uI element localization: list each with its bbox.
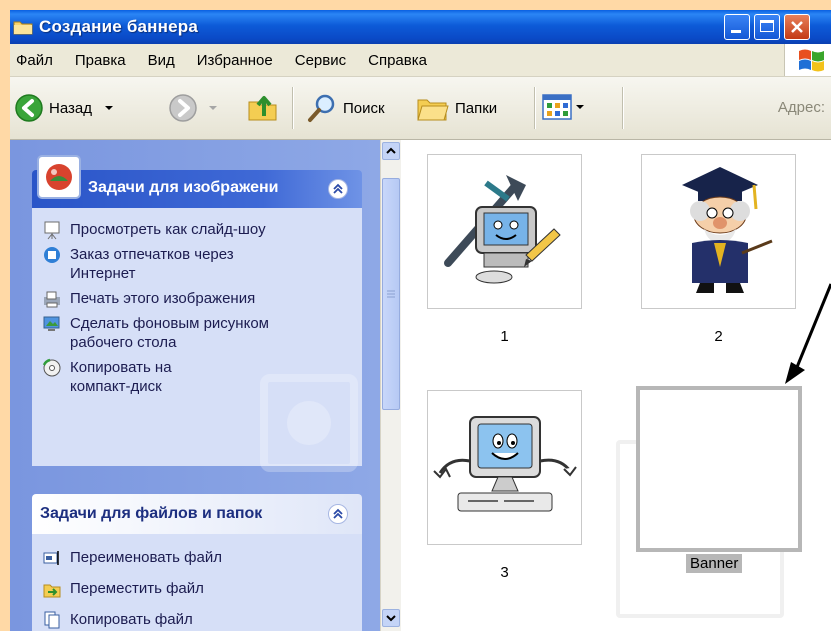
task-slideshow[interactable]: Просмотреть как слайд-шоу bbox=[42, 220, 266, 240]
dropdown-arrow-icon[interactable] bbox=[574, 101, 586, 113]
image-tasks-panel: Задачи для изображени Просмотреть как сл… bbox=[32, 154, 362, 472]
close-button[interactable] bbox=[784, 14, 810, 40]
rename-icon bbox=[43, 551, 59, 565]
search-button[interactable]: Поиск bbox=[306, 92, 385, 124]
address-label: Адрес: bbox=[777, 99, 825, 116]
toolbar-separator bbox=[622, 87, 624, 129]
pictures-folder-icon bbox=[37, 155, 81, 199]
task-label: Копировать файл bbox=[70, 611, 193, 628]
task-pane-scrollbar[interactable] bbox=[380, 140, 401, 631]
scroll-up-button[interactable] bbox=[382, 142, 400, 160]
menu-edit[interactable]: Правка bbox=[64, 52, 137, 69]
title-bar[interactable]: Создание баннера bbox=[10, 10, 831, 44]
maximize-button[interactable] bbox=[754, 14, 780, 40]
task-move-file[interactable]: Переместить файл bbox=[42, 579, 204, 599]
task-set-wallpaper[interactable]: Сделать фоновым рисунком рабочего стола bbox=[42, 314, 269, 352]
menu-bar: Файл Правка Вид Избранное Сервис Справка bbox=[10, 44, 831, 77]
file-thumbnail-1[interactable] bbox=[427, 154, 582, 309]
toolbar: Назад Поиск Папки Адрес: bbox=[10, 77, 831, 140]
menu-file[interactable]: Файл bbox=[10, 52, 64, 69]
search-label: Поиск bbox=[343, 99, 385, 117]
slideshow-icon bbox=[44, 221, 60, 240]
close-icon bbox=[791, 21, 803, 33]
toolbar-separator bbox=[292, 87, 294, 129]
back-button[interactable]: Назад bbox=[14, 93, 116, 123]
menu-help[interactable]: Справка bbox=[357, 52, 438, 69]
task-label: Переименовать файл bbox=[70, 549, 222, 566]
smiling-computer-picture bbox=[433, 416, 577, 512]
folders-button[interactable]: Папки bbox=[416, 92, 497, 124]
windows-flag-icon bbox=[799, 49, 824, 72]
file-view: 1 2 3 Banner bbox=[401, 140, 831, 631]
cd-icon bbox=[42, 358, 61, 377]
back-label: Назад bbox=[49, 99, 92, 117]
task-label: Печать этого изображения bbox=[70, 290, 256, 307]
scroll-thumb[interactable] bbox=[382, 178, 400, 410]
order-prints-icon bbox=[44, 247, 60, 263]
task-label: Сделать фоновым рисунком рабочего стола bbox=[70, 315, 269, 351]
views-grid-icon bbox=[542, 94, 572, 120]
forward-arrow-icon bbox=[169, 94, 197, 122]
file-thumbnail-banner[interactable] bbox=[636, 386, 802, 552]
folders-icon bbox=[417, 99, 449, 121]
file-tasks-header[interactable]: Задачи для файлов и папок bbox=[32, 494, 362, 534]
file-thumbnail-3[interactable] bbox=[427, 390, 582, 545]
task-pane: Задачи для изображени Просмотреть как сл… bbox=[10, 140, 380, 631]
minimize-button[interactable] bbox=[724, 14, 750, 40]
file-tasks-panel: Задачи для файлов и папок Переименовать … bbox=[32, 494, 362, 631]
print-icon bbox=[44, 291, 60, 308]
move-icon bbox=[43, 584, 61, 598]
task-copy-file[interactable]: Копировать файл bbox=[42, 610, 193, 630]
file-name-2: 2 bbox=[714, 328, 723, 345]
back-arrow-icon bbox=[15, 94, 43, 122]
file-name-1: 1 bbox=[500, 328, 509, 345]
collapse-chevron-icon[interactable] bbox=[328, 179, 348, 199]
annotation-arrow-icon bbox=[785, 283, 831, 384]
up-folder-button[interactable] bbox=[246, 90, 280, 124]
dropdown-arrow-icon[interactable] bbox=[102, 101, 116, 115]
image-tasks-body: Просмотреть как слайд-шоу Заказ отпечатк… bbox=[32, 208, 362, 472]
minimize-icon bbox=[731, 30, 741, 33]
task-order-prints[interactable]: Заказ отпечатков через Интернет bbox=[42, 245, 234, 283]
window-title: Создание баннера bbox=[39, 17, 199, 36]
file-tasks-body: Переименовать файл Переместить файл Копи… bbox=[32, 534, 362, 631]
search-icon bbox=[308, 94, 335, 122]
windows-logo bbox=[784, 44, 831, 76]
scroll-down-button[interactable] bbox=[382, 609, 400, 627]
copy-icon bbox=[44, 611, 60, 629]
image-tasks-title: Задачи для изображени bbox=[88, 179, 279, 196]
explorer-window: Создание баннера Файл Правка Вид Избранн… bbox=[10, 10, 831, 631]
task-label: Переместить файл bbox=[70, 580, 204, 597]
task-print[interactable]: Печать этого изображения bbox=[42, 289, 255, 309]
forward-button[interactable] bbox=[168, 93, 220, 123]
chevron-up-icon bbox=[386, 147, 396, 154]
collapse-chevron-icon[interactable] bbox=[328, 504, 348, 524]
maximize-icon bbox=[760, 20, 774, 32]
file-name-3: 3 bbox=[500, 564, 509, 581]
menu-tools[interactable]: Сервис bbox=[284, 52, 357, 69]
file-thumbnail-2[interactable] bbox=[641, 154, 796, 309]
menu-view[interactable]: Вид bbox=[137, 52, 186, 69]
task-rename-file[interactable]: Переименовать файл bbox=[42, 548, 222, 568]
file-tasks-title: Задачи для файлов и папок bbox=[40, 505, 263, 522]
dropdown-arrow-icon[interactable] bbox=[206, 101, 220, 115]
task-label: Просмотреть как слайд-шоу bbox=[70, 221, 266, 238]
menu-favorites[interactable]: Избранное bbox=[186, 52, 284, 69]
task-label: Копировать на компакт-диск bbox=[70, 359, 172, 395]
wallpaper-icon bbox=[43, 316, 60, 331]
camera-watermark-icon bbox=[260, 374, 358, 472]
computer-with-tools-picture bbox=[444, 175, 561, 284]
grip-icon bbox=[387, 290, 395, 298]
folders-label: Папки bbox=[455, 99, 498, 117]
chevron-down-icon bbox=[386, 615, 396, 622]
views-button[interactable] bbox=[542, 94, 586, 120]
task-copy-to-cd[interactable]: Копировать на компакт-диск bbox=[42, 358, 172, 396]
professor-picture bbox=[682, 167, 773, 293]
toolbar-separator bbox=[534, 87, 536, 129]
task-label: Заказ отпечатков через Интернет bbox=[70, 246, 234, 282]
folder-icon bbox=[13, 21, 33, 34]
up-folder-icon bbox=[248, 96, 277, 121]
file-name-banner[interactable]: Banner bbox=[686, 554, 743, 573]
